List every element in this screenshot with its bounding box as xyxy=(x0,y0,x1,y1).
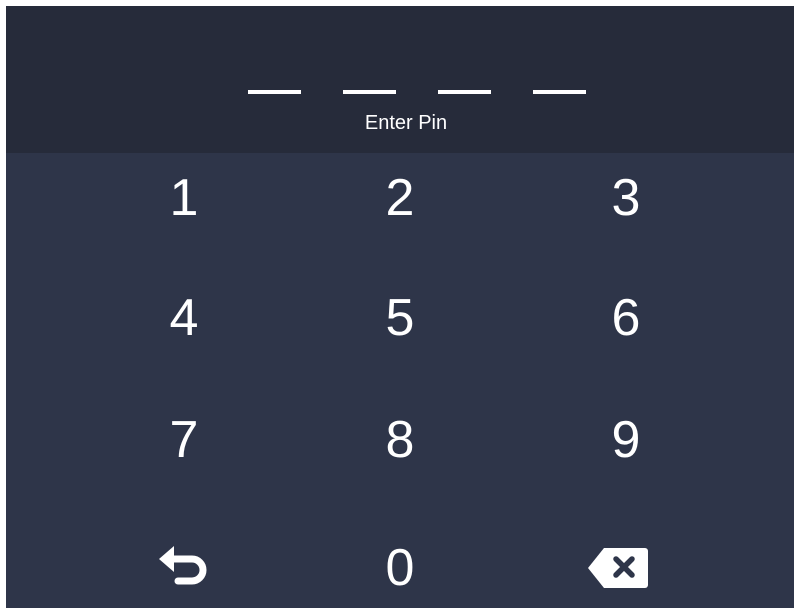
pin-slot-3 xyxy=(438,90,491,94)
backspace-icon xyxy=(587,545,649,591)
keypad-key-4[interactable]: 4 xyxy=(104,268,264,368)
keypad-key-3[interactable]: 3 xyxy=(546,148,706,248)
pin-display-area: Enter Pin xyxy=(6,6,794,153)
keypad-key-7[interactable]: 7 xyxy=(104,390,264,490)
undo-arrow-icon xyxy=(156,540,212,596)
keypad-key-6[interactable]: 6 xyxy=(546,268,706,368)
keypad-key-9[interactable]: 9 xyxy=(546,390,706,490)
backspace-button[interactable] xyxy=(538,518,698,608)
pin-entry-screen: Enter Pin 1 2 3 4 5 6 7 8 9 0 xyxy=(6,6,794,608)
keypad-key-1[interactable]: 1 xyxy=(104,148,264,248)
pin-slot-4 xyxy=(533,90,586,94)
pin-slot-1 xyxy=(248,90,301,94)
keypad-key-8[interactable]: 8 xyxy=(320,390,480,490)
keypad-key-5[interactable]: 5 xyxy=(320,268,480,368)
pin-prompt-label: Enter Pin xyxy=(364,112,448,134)
keypad-key-2[interactable]: 2 xyxy=(320,148,480,248)
back-button[interactable] xyxy=(104,518,264,608)
keypad-key-0[interactable]: 0 xyxy=(320,518,480,608)
pin-slot-2 xyxy=(343,90,396,94)
